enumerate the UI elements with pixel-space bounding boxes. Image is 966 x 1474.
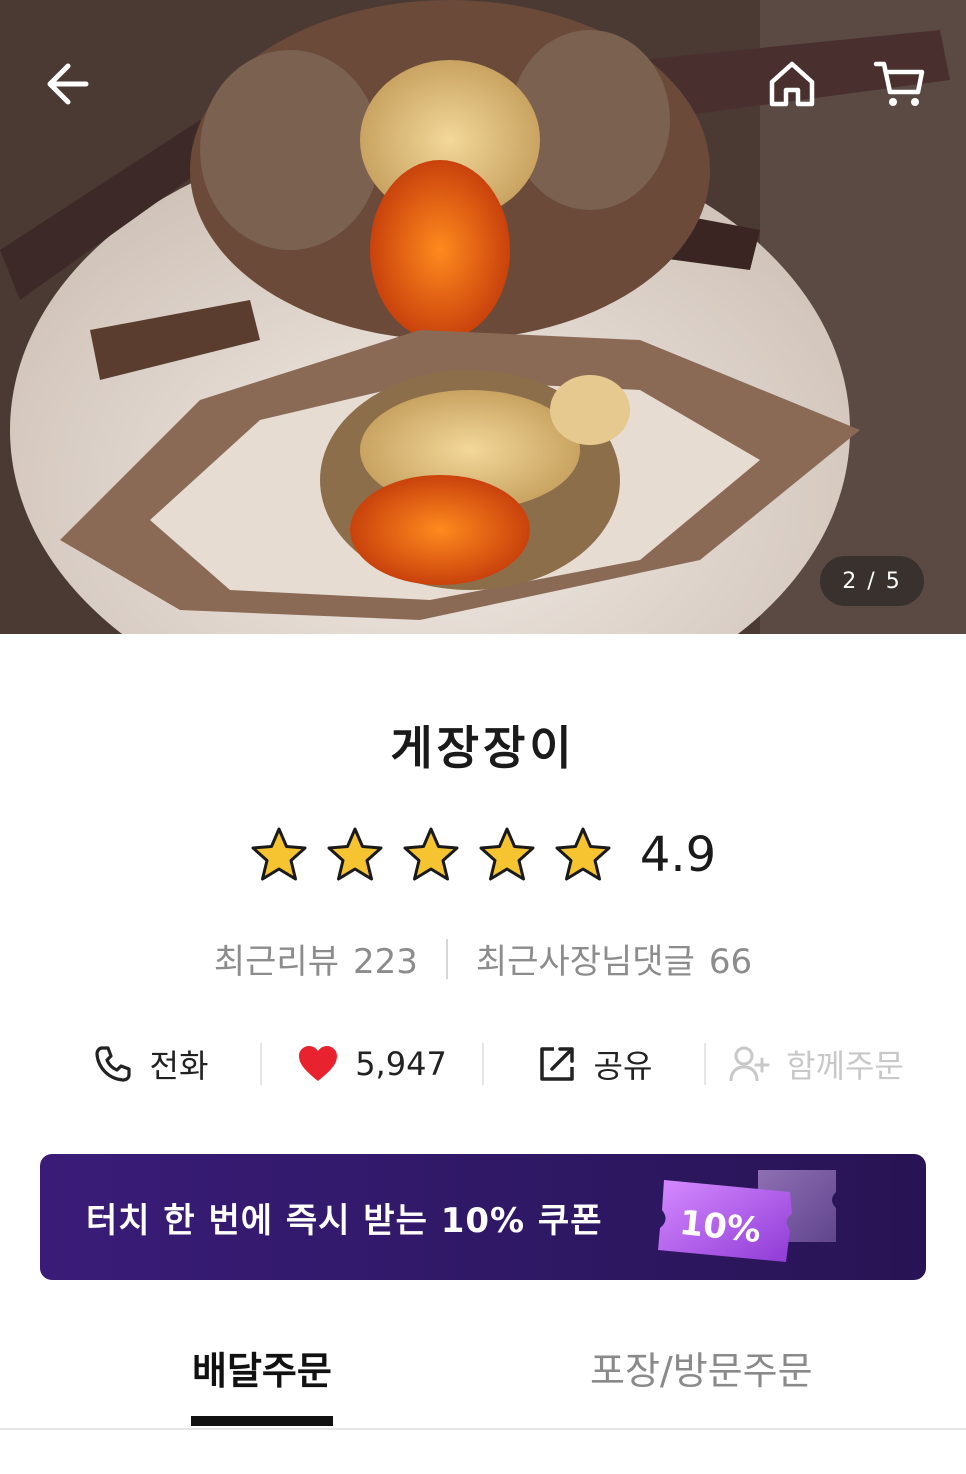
owner-replies-label: 최근사장님댓글	[475, 942, 695, 982]
star-icon	[250, 826, 308, 884]
divider	[445, 938, 448, 979]
star-icon	[402, 826, 460, 884]
star-icon	[478, 826, 536, 884]
arrow-left-icon	[47, 63, 89, 105]
owner-replies-link[interactable]: 최근사장님댓글 66	[476, 934, 752, 983]
star-icon	[326, 826, 384, 884]
call-button[interactable]: 전화	[40, 1030, 260, 1098]
tab-delivery[interactable]: 배달주문	[192, 1340, 332, 1395]
recent-reviews-count: 223	[352, 942, 418, 982]
tab-pickup[interactable]: 포장/방문주문	[590, 1340, 813, 1395]
group-order-button[interactable]: 함께주문	[706, 1030, 926, 1098]
coupon-badge: 10%	[678, 1203, 763, 1251]
order-type-tabs: 배달주문 포장/방문주문	[0, 1320, 966, 1430]
cart-button[interactable]	[864, 48, 936, 120]
action-row: 전화 5,947 공유 함께주문	[40, 1030, 926, 1098]
owner-replies-count: 66	[708, 942, 753, 982]
heart-icon	[299, 1046, 338, 1081]
rating-row: 4.9	[0, 826, 966, 884]
back-button[interactable]	[30, 48, 102, 120]
like-count: 5,947	[355, 1045, 447, 1083]
share-icon	[539, 1047, 574, 1081]
coupon-banner[interactable]: 터치 한 번에 즉시 받는 10% 쿠폰 10%	[40, 1154, 926, 1280]
coupon-ticket-icon: 10%	[650, 1162, 890, 1274]
cart-icon	[873, 61, 925, 106]
group-order-label: 함께주문	[786, 1047, 904, 1085]
store-name: 게장장이	[390, 721, 576, 775]
home-icon	[769, 61, 815, 107]
call-label: 전화	[149, 1047, 209, 1085]
review-row: 최근리뷰 223 최근사장님댓글 66	[0, 934, 966, 983]
recent-reviews-label: 최근리뷰	[213, 942, 339, 982]
star-icon	[554, 826, 612, 884]
coupon-text: 터치 한 번에 즉시 받는 10% 쿠폰	[86, 1200, 603, 1241]
rating-stars	[250, 826, 612, 884]
share-button[interactable]: 공유	[484, 1030, 704, 1098]
image-counter: 2 / 5	[820, 556, 924, 606]
share-label: 공유	[593, 1047, 653, 1085]
rating-value: 4.9	[639, 827, 717, 883]
add-user-icon	[729, 1046, 770, 1082]
like-button[interactable]: 5,947	[262, 1030, 482, 1098]
active-tab-indicator	[191, 1416, 333, 1426]
home-button[interactable]	[756, 48, 828, 120]
hero-image[interactable]: 2 / 5	[0, 0, 966, 634]
recent-reviews-link[interactable]: 최근리뷰 223	[214, 934, 418, 983]
phone-icon	[94, 1046, 131, 1082]
